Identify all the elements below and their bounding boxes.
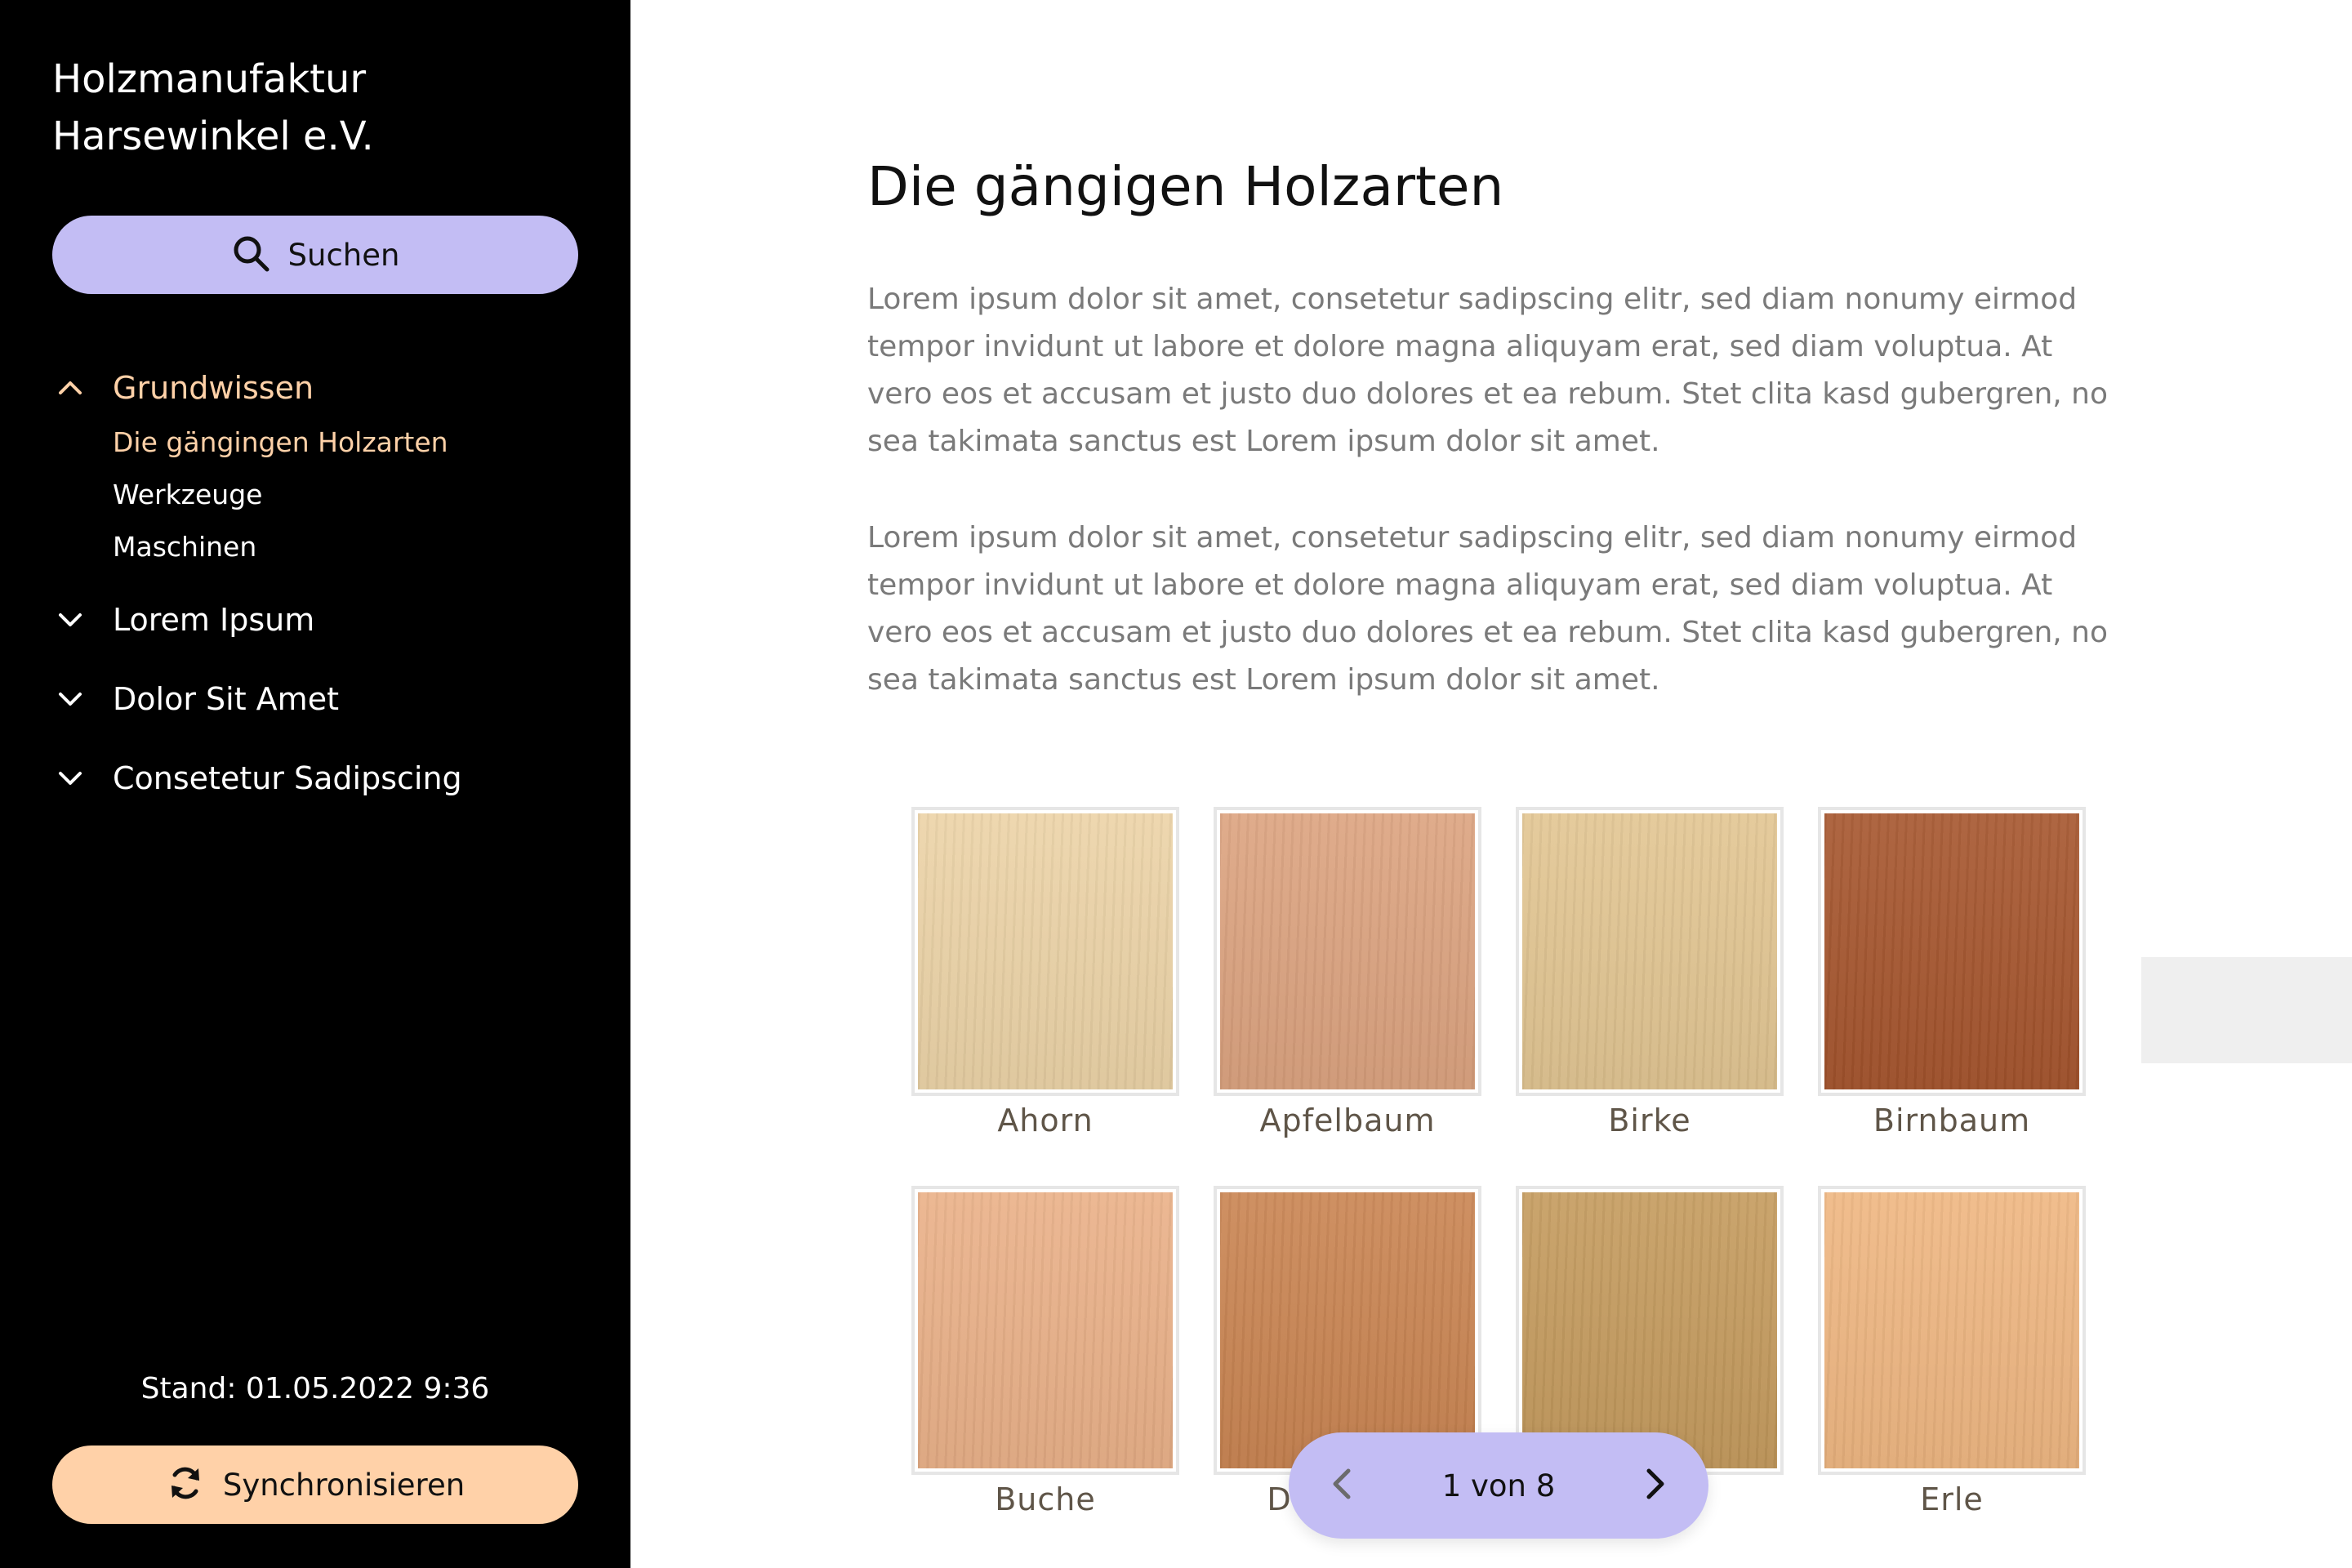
side-panel-tab[interactable] [2141, 957, 2352, 1063]
page-title: Die gängigen Holzarten [867, 155, 1504, 218]
wood-swatch [1516, 1186, 1784, 1475]
last-updated-text: Stand: 01.05.2022 9:36 [140, 1372, 490, 1405]
page-indicator: 1 von 8 [1441, 1468, 1556, 1503]
sync-button[interactable]: Synchronisieren [52, 1446, 578, 1524]
nav-group-label: Dolor Sit Amet [113, 681, 339, 717]
sidebar-nav: Grundwissen Die gängingen Holzarten Werk… [52, 359, 608, 829]
search-icon [231, 234, 270, 276]
wood-image [1522, 1192, 1777, 1468]
nav-group-consetetur: Consetetur Sadipscing [52, 750, 608, 807]
wood-name: Ahorn [997, 1102, 1094, 1138]
wood-swatch [1818, 1186, 2086, 1475]
wood-name: Buche [995, 1481, 1096, 1517]
nav-toggle-dolor-sit-amet[interactable]: Dolor Sit Amet [52, 670, 608, 728]
wood-tile-eiche[interactable]: Eiche [1516, 1186, 1784, 1517]
nav-group-label: Consetetur Sadipscing [113, 760, 462, 796]
nav-group-label: Grundwissen [113, 370, 314, 406]
search-button-label: Suchen [287, 237, 400, 273]
wood-image [1824, 1192, 2079, 1468]
wood-gallery: Ahorn Apfelbaum Birke Birnbaum Buche Dou… [911, 807, 2087, 1517]
brand-title: Holzmanufaktur Harsewinkel e.V. [52, 51, 374, 165]
chevron-down-icon [52, 602, 88, 638]
chevron-down-icon [52, 760, 88, 796]
wood-image [1522, 813, 1777, 1089]
wood-swatch [911, 807, 1179, 1096]
wood-image [918, 813, 1173, 1089]
wood-tile-birnbaum[interactable]: Birnbaum [1818, 807, 2086, 1138]
wood-image [1824, 813, 2079, 1089]
wood-tile-buche[interactable]: Buche [911, 1186, 1179, 1517]
chevron-right-icon [1639, 1464, 1672, 1507]
wood-image [1220, 1192, 1475, 1468]
wood-swatch [1214, 1186, 1481, 1475]
wood-swatch [1214, 807, 1481, 1096]
brand-line-2: Harsewinkel e.V. [52, 114, 374, 159]
wood-swatch [1818, 807, 2086, 1096]
chevron-up-icon [52, 370, 88, 406]
wood-tile-erle[interactable]: Erle [1818, 1186, 2086, 1517]
chevron-left-icon [1325, 1464, 1358, 1507]
wood-name: Apfelbaum [1259, 1102, 1436, 1138]
wood-name: Erle [1920, 1481, 1984, 1517]
nav-group-label: Lorem Ipsum [113, 602, 315, 638]
wood-image [1220, 813, 1475, 1089]
chevron-down-icon [52, 681, 88, 717]
pagination: 1 von 8 [1289, 1432, 1708, 1539]
sidebar-item-werkzeuge[interactable]: Werkzeuge [113, 469, 608, 521]
nav-subitems: Die gängingen Holzarten Werkzeuge Maschi… [52, 416, 608, 573]
wood-swatch [1516, 807, 1784, 1096]
intro-paragraph-1: Lorem ipsum dolor sit amet, consetetur s… [867, 283, 2109, 458]
nav-toggle-lorem-ipsum[interactable]: Lorem Ipsum [52, 591, 608, 648]
search-button[interactable]: Suchen [52, 216, 578, 294]
wood-image [918, 1192, 1173, 1468]
intro-paragraph-2: Lorem ipsum dolor sit amet, consetetur s… [867, 521, 2109, 697]
prev-page-button[interactable] [1289, 1432, 1395, 1539]
wood-tile-apfelbaum[interactable]: Apfelbaum [1214, 807, 1481, 1138]
wood-name: Birnbaum [1873, 1102, 2031, 1138]
wood-tile-birke[interactable]: Birke [1516, 807, 1784, 1138]
nav-toggle-grundwissen[interactable]: Grundwissen [52, 359, 608, 416]
wood-swatch [911, 1186, 1179, 1475]
sync-icon [166, 1463, 205, 1506]
nav-group-dolor-sit-amet: Dolor Sit Amet [52, 670, 608, 728]
nav-group-lorem-ipsum: Lorem Ipsum [52, 591, 608, 648]
sidebar: Holzmanufaktur Harsewinkel e.V. Suchen G… [0, 0, 630, 1568]
wood-name: Birke [1608, 1102, 1691, 1138]
wood-tile-ahorn[interactable]: Ahorn [911, 807, 1179, 1138]
nav-toggle-consetetur[interactable]: Consetetur Sadipscing [52, 750, 608, 807]
brand-line-1: Holzmanufaktur [52, 56, 367, 102]
sidebar-item-maschinen[interactable]: Maschinen [113, 521, 608, 573]
next-page-button[interactable] [1602, 1432, 1708, 1539]
wood-tile-douglasie[interactable]: Douglasie [1214, 1186, 1481, 1517]
sidebar-item-holzarten[interactable]: Die gängingen Holzarten [113, 416, 608, 469]
sync-button-label: Synchronisieren [222, 1467, 466, 1503]
nav-group-grundwissen: Grundwissen Die gängingen Holzarten Werk… [52, 359, 608, 573]
